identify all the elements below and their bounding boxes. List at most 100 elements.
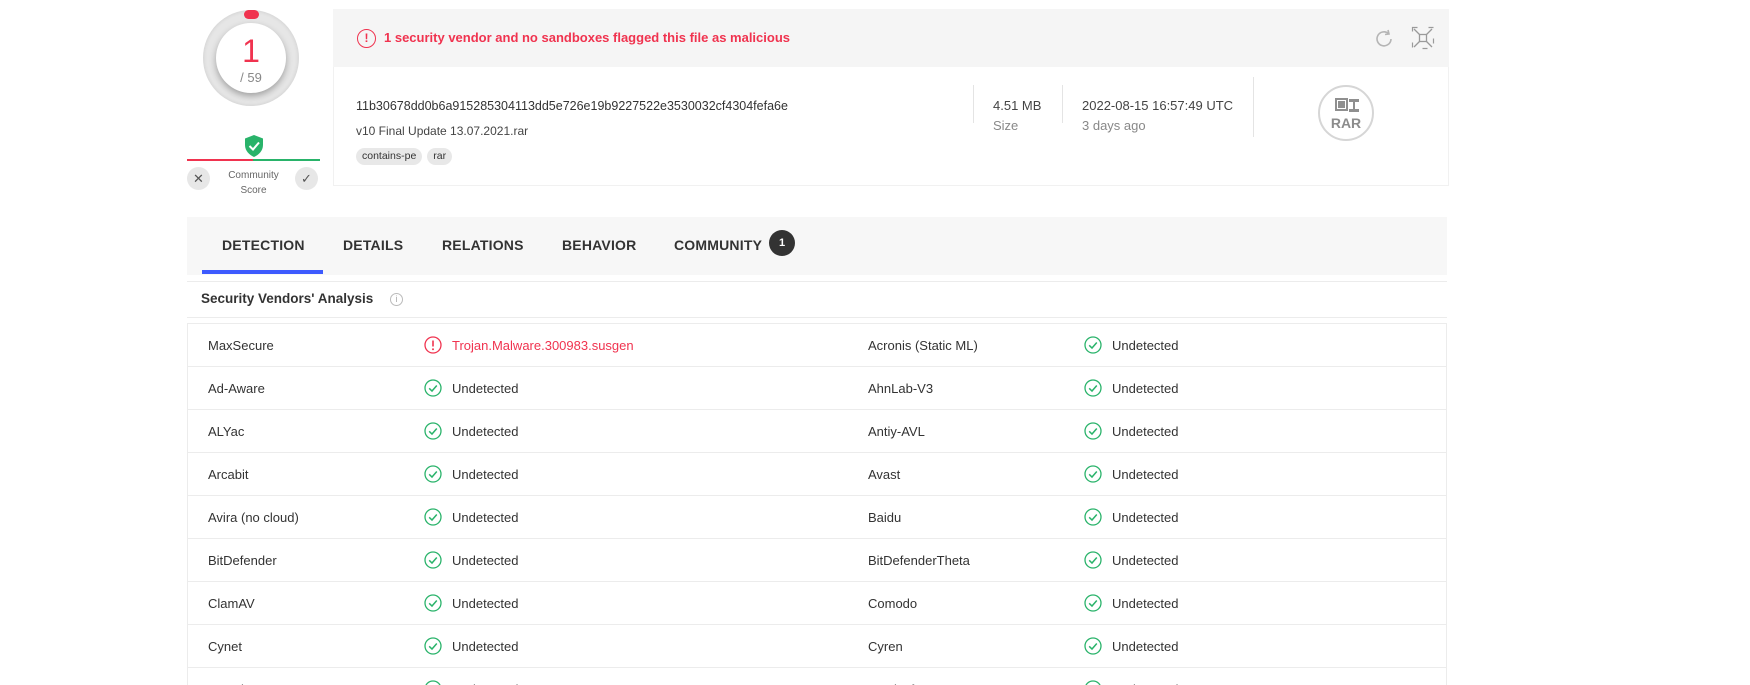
check-circle-icon xyxy=(1084,508,1102,526)
score-value: 1 xyxy=(242,33,260,69)
archive-icon xyxy=(1335,98,1359,112)
file-type-label: RAR xyxy=(1330,115,1362,131)
check-circle-icon xyxy=(424,422,442,440)
divider xyxy=(1253,77,1254,137)
detection-result: Undetected xyxy=(1112,381,1179,396)
table-row: BitDefender Undetected BitDefenderTheta Und… xyxy=(188,539,1446,582)
section-title: Security Vendors' Analysis xyxy=(201,291,374,306)
info-icon[interactable]: i xyxy=(390,293,403,306)
alert-text: 1 security vendor and no sandboxes flagg… xyxy=(384,30,791,45)
gauge-center: 1 / 59 xyxy=(216,23,286,93)
vendor-name: AhnLab-V3 xyxy=(868,381,934,396)
table-row: Arcabit Undetected Avast Undetected xyxy=(188,453,1446,496)
table-row: Ad-Aware Undetected AhnLab-V3 Undetected xyxy=(188,367,1446,410)
detection-result: Undetected xyxy=(1112,424,1179,439)
detection-result: Undetected xyxy=(1112,510,1179,525)
vendor-name: ClamAV xyxy=(208,596,255,611)
vendor-name: Avira (no cloud) xyxy=(208,510,299,525)
table-row: ClamAV Undetected Comodo Undetected xyxy=(188,582,1446,625)
detection-result: Undetected xyxy=(452,467,519,482)
detection-result: Undetected xyxy=(452,553,519,568)
check-icon: ✓ xyxy=(301,171,312,186)
vendor-name: Acronis (Static ML) xyxy=(868,338,978,353)
community-count-badge: 1 xyxy=(769,230,795,256)
vendor-name: Baidu xyxy=(868,510,902,525)
report-tabs: DETECTION DETAILS RELATIONS BEHAVIOR COM… xyxy=(187,217,1447,275)
check-circle-icon xyxy=(1084,336,1102,354)
detection-result: Undetected xyxy=(452,596,519,611)
check-circle-icon xyxy=(1084,551,1102,569)
detection-result: Undetected xyxy=(452,424,519,439)
check-circle-icon xyxy=(1084,637,1102,655)
community-score-label: Community Score xyxy=(228,170,279,196)
detection-score-gauge: 1 / 59 xyxy=(203,10,299,106)
vendor-results-table: MaxSecure Trojan.Malware.300983.susgen Acr… xyxy=(187,323,1447,685)
community-score: ✕ Community Score ✓ xyxy=(187,134,320,196)
vendor-name: BitDefender xyxy=(208,553,277,568)
check-circle-icon xyxy=(424,465,442,483)
score-total: / 59 xyxy=(240,70,262,85)
check-circle-icon xyxy=(1084,379,1102,397)
tab-detection[interactable]: DETECTION xyxy=(222,237,305,253)
check-circle-icon xyxy=(424,379,442,397)
analysis-relative-date: 3 days ago xyxy=(1082,118,1146,133)
graph-icon[interactable] xyxy=(1411,26,1435,50)
vendor-name: ALYac xyxy=(208,424,245,439)
tab-details[interactable]: DETAILS xyxy=(343,237,403,253)
community-bar-negative xyxy=(187,159,253,161)
file-hash[interactable]: 11b30678dd0b6a915285304113dd5e726e19b922… xyxy=(356,99,788,113)
file-type-badge: RAR xyxy=(1318,85,1374,141)
gauge-indicator xyxy=(244,10,259,19)
vendor-name: Cyren xyxy=(868,639,903,654)
vendor-name: Ad-Aware xyxy=(208,381,265,396)
tab-relations[interactable]: RELATIONS xyxy=(442,237,524,253)
detection-result: Trojan.Malware.300983.susgen xyxy=(452,338,634,353)
close-icon: ✕ xyxy=(193,171,204,186)
file-name: v10 Final Update 13.07.2021.rar xyxy=(356,124,529,138)
divider xyxy=(973,85,974,123)
tag-contains-pe[interactable]: contains-pe xyxy=(356,148,423,165)
check-circle-icon xyxy=(1084,680,1102,685)
analysis-date: 2022-08-15 16:57:49 UTC xyxy=(1082,98,1234,113)
community-bar-positive xyxy=(253,159,320,161)
file-tags: contains-pe rar xyxy=(356,148,453,165)
detection-result: Undetected xyxy=(1112,639,1179,654)
table-row: Avira (no cloud) Undetected Baidu Undetecte… xyxy=(188,496,1446,539)
file-size-label: Size xyxy=(993,118,1019,133)
detection-result: Undetected xyxy=(452,510,519,525)
report-page: 1 / 59 ✕ Community Score ✓ ! 1 security … xyxy=(0,0,1750,685)
reanalyze-icon[interactable] xyxy=(1372,27,1396,51)
check-circle-icon xyxy=(424,680,442,685)
active-tab-indicator xyxy=(202,270,323,274)
vote-harmless-button[interactable]: ✓ xyxy=(295,167,318,190)
tag-rar[interactable]: rar xyxy=(427,148,453,165)
check-circle-icon xyxy=(424,594,442,612)
check-circle-icon xyxy=(424,551,442,569)
divider xyxy=(187,281,1447,282)
alert-circle-icon: ! xyxy=(357,29,376,48)
vendor-name: Avast xyxy=(868,467,901,482)
table-row: DrWebUndetectedEmsisoftUndetected xyxy=(188,668,1446,685)
vendor-name: Arcabit xyxy=(208,467,249,482)
vendor-name: MaxSecure xyxy=(208,338,274,353)
alert-circle-icon xyxy=(424,336,442,354)
check-circle-icon xyxy=(1084,465,1102,483)
detection-result: Undetected xyxy=(452,381,519,396)
detection-result: Undetected xyxy=(1112,553,1179,568)
vote-harmful-button[interactable]: ✕ xyxy=(187,167,210,190)
detection-result: Undetected xyxy=(1112,338,1179,353)
check-circle-icon xyxy=(424,508,442,526)
shield-check-icon xyxy=(245,135,263,157)
detection-result: Undetected xyxy=(452,639,519,654)
check-circle-icon xyxy=(424,637,442,655)
tab-behavior[interactable]: BEHAVIOR xyxy=(562,237,636,253)
file-info-panel: 11b30678dd0b6a915285304113dd5e726e19b922… xyxy=(333,67,1449,186)
detection-result: Undetected xyxy=(1112,596,1179,611)
vendor-name: Comodo xyxy=(868,596,918,611)
detection-alert-banner: ! 1 security vendor and no sandboxes fla… xyxy=(333,9,1449,67)
vendor-name: Antiy-AVL xyxy=(868,424,925,439)
divider xyxy=(1062,85,1063,123)
tab-community[interactable]: COMMUNITY xyxy=(674,237,762,253)
check-circle-icon xyxy=(1084,594,1102,612)
file-size-value: 4.51 MB xyxy=(993,98,1042,113)
